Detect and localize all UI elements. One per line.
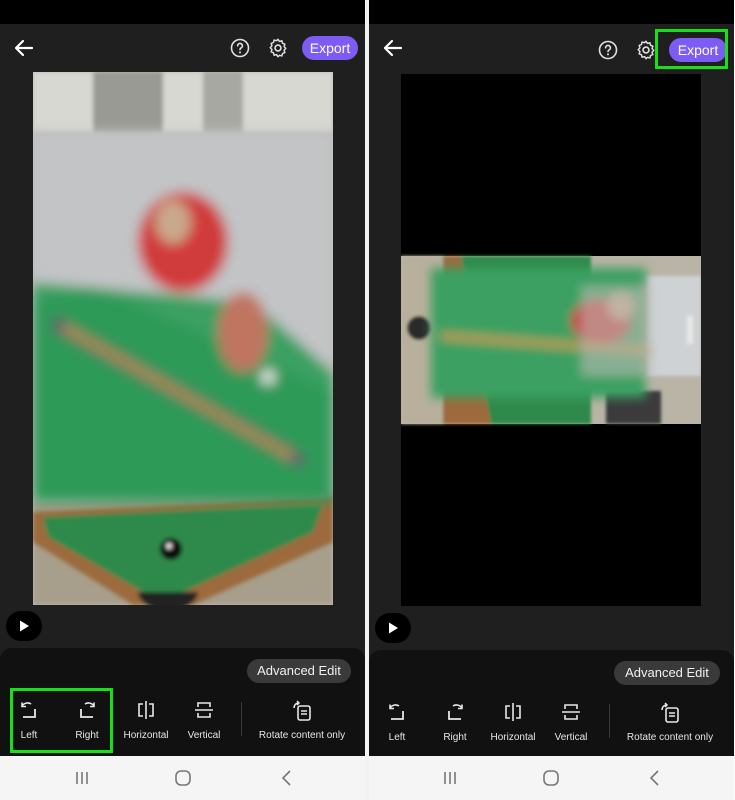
rotate-options-sheet: Advanced Edit Left Right Horizontal Vert… <box>369 650 734 758</box>
flip-horizontal-icon <box>138 701 154 719</box>
status-bar <box>369 0 734 24</box>
system-nav-bar <box>369 756 734 800</box>
play-button[interactable] <box>375 613 411 643</box>
system-nav-bar <box>0 756 365 800</box>
rotate-right-icon <box>80 702 95 718</box>
play-icon <box>20 620 29 632</box>
rotate-left-icon <box>389 704 404 720</box>
home-icon[interactable] <box>541 768 561 788</box>
rotate-options-sheet: Advanced Edit Left Right Horizontal Vert… <box>0 648 365 756</box>
rotate-content-only-label: Rotate content only <box>626 732 714 743</box>
settings-gear-icon[interactable] <box>267 37 289 59</box>
home-icon[interactable] <box>173 768 193 788</box>
back-arrow-icon[interactable] <box>381 36 405 60</box>
rotate-content-icon <box>293 700 311 721</box>
video-preview[interactable] <box>33 72 333 605</box>
top-bar: Export <box>0 24 365 72</box>
flip-vertical-button[interactable]: Vertical <box>175 700 233 746</box>
advanced-edit-button[interactable]: Advanced Edit <box>614 661 720 685</box>
video-frame-image <box>401 74 701 606</box>
back-arrow-icon[interactable] <box>12 36 36 60</box>
recent-apps-icon[interactable] <box>440 768 460 788</box>
video-preview[interactable] <box>401 74 701 606</box>
rotate-content-only-button[interactable]: Rotate content only <box>615 702 725 748</box>
rotate-right-icon <box>448 704 463 720</box>
flip-vertical-icon <box>562 704 580 720</box>
editor-screen-after: Export Advanced Edit Left Right Horizont… <box>369 0 734 800</box>
video-frame-image <box>33 72 333 605</box>
editor-screen-before: Export Advanced Edit Left Right Horizont… <box>0 0 365 800</box>
system-back-icon[interactable] <box>277 768 297 788</box>
help-icon[interactable] <box>230 38 250 58</box>
play-button[interactable] <box>6 611 42 641</box>
recent-apps-icon[interactable] <box>72 768 92 788</box>
settings-gear-icon[interactable] <box>635 39 657 61</box>
flip-vertical-label: Vertical <box>187 730 221 741</box>
top-bar: Export <box>369 24 734 72</box>
flip-horizontal-icon <box>505 703 521 721</box>
help-icon[interactable] <box>598 40 618 60</box>
flip-vertical-button[interactable]: Vertical <box>542 702 600 748</box>
advanced-edit-button[interactable]: Advanced Edit <box>247 659 351 683</box>
flip-vertical-label: Vertical <box>554 732 588 743</box>
export-button[interactable]: Export <box>669 38 727 62</box>
rotate-content-only-button[interactable]: Rotate content only <box>247 700 357 746</box>
rotate-content-icon <box>661 702 679 723</box>
export-button[interactable]: Export <box>302 36 358 60</box>
flip-vertical-icon <box>195 702 213 718</box>
rotate-content-only-label: Rotate content only <box>258 730 346 741</box>
system-back-icon[interactable] <box>645 768 665 788</box>
status-bar <box>0 0 365 24</box>
rotate-left-icon <box>21 702 36 718</box>
play-icon <box>389 622 398 634</box>
